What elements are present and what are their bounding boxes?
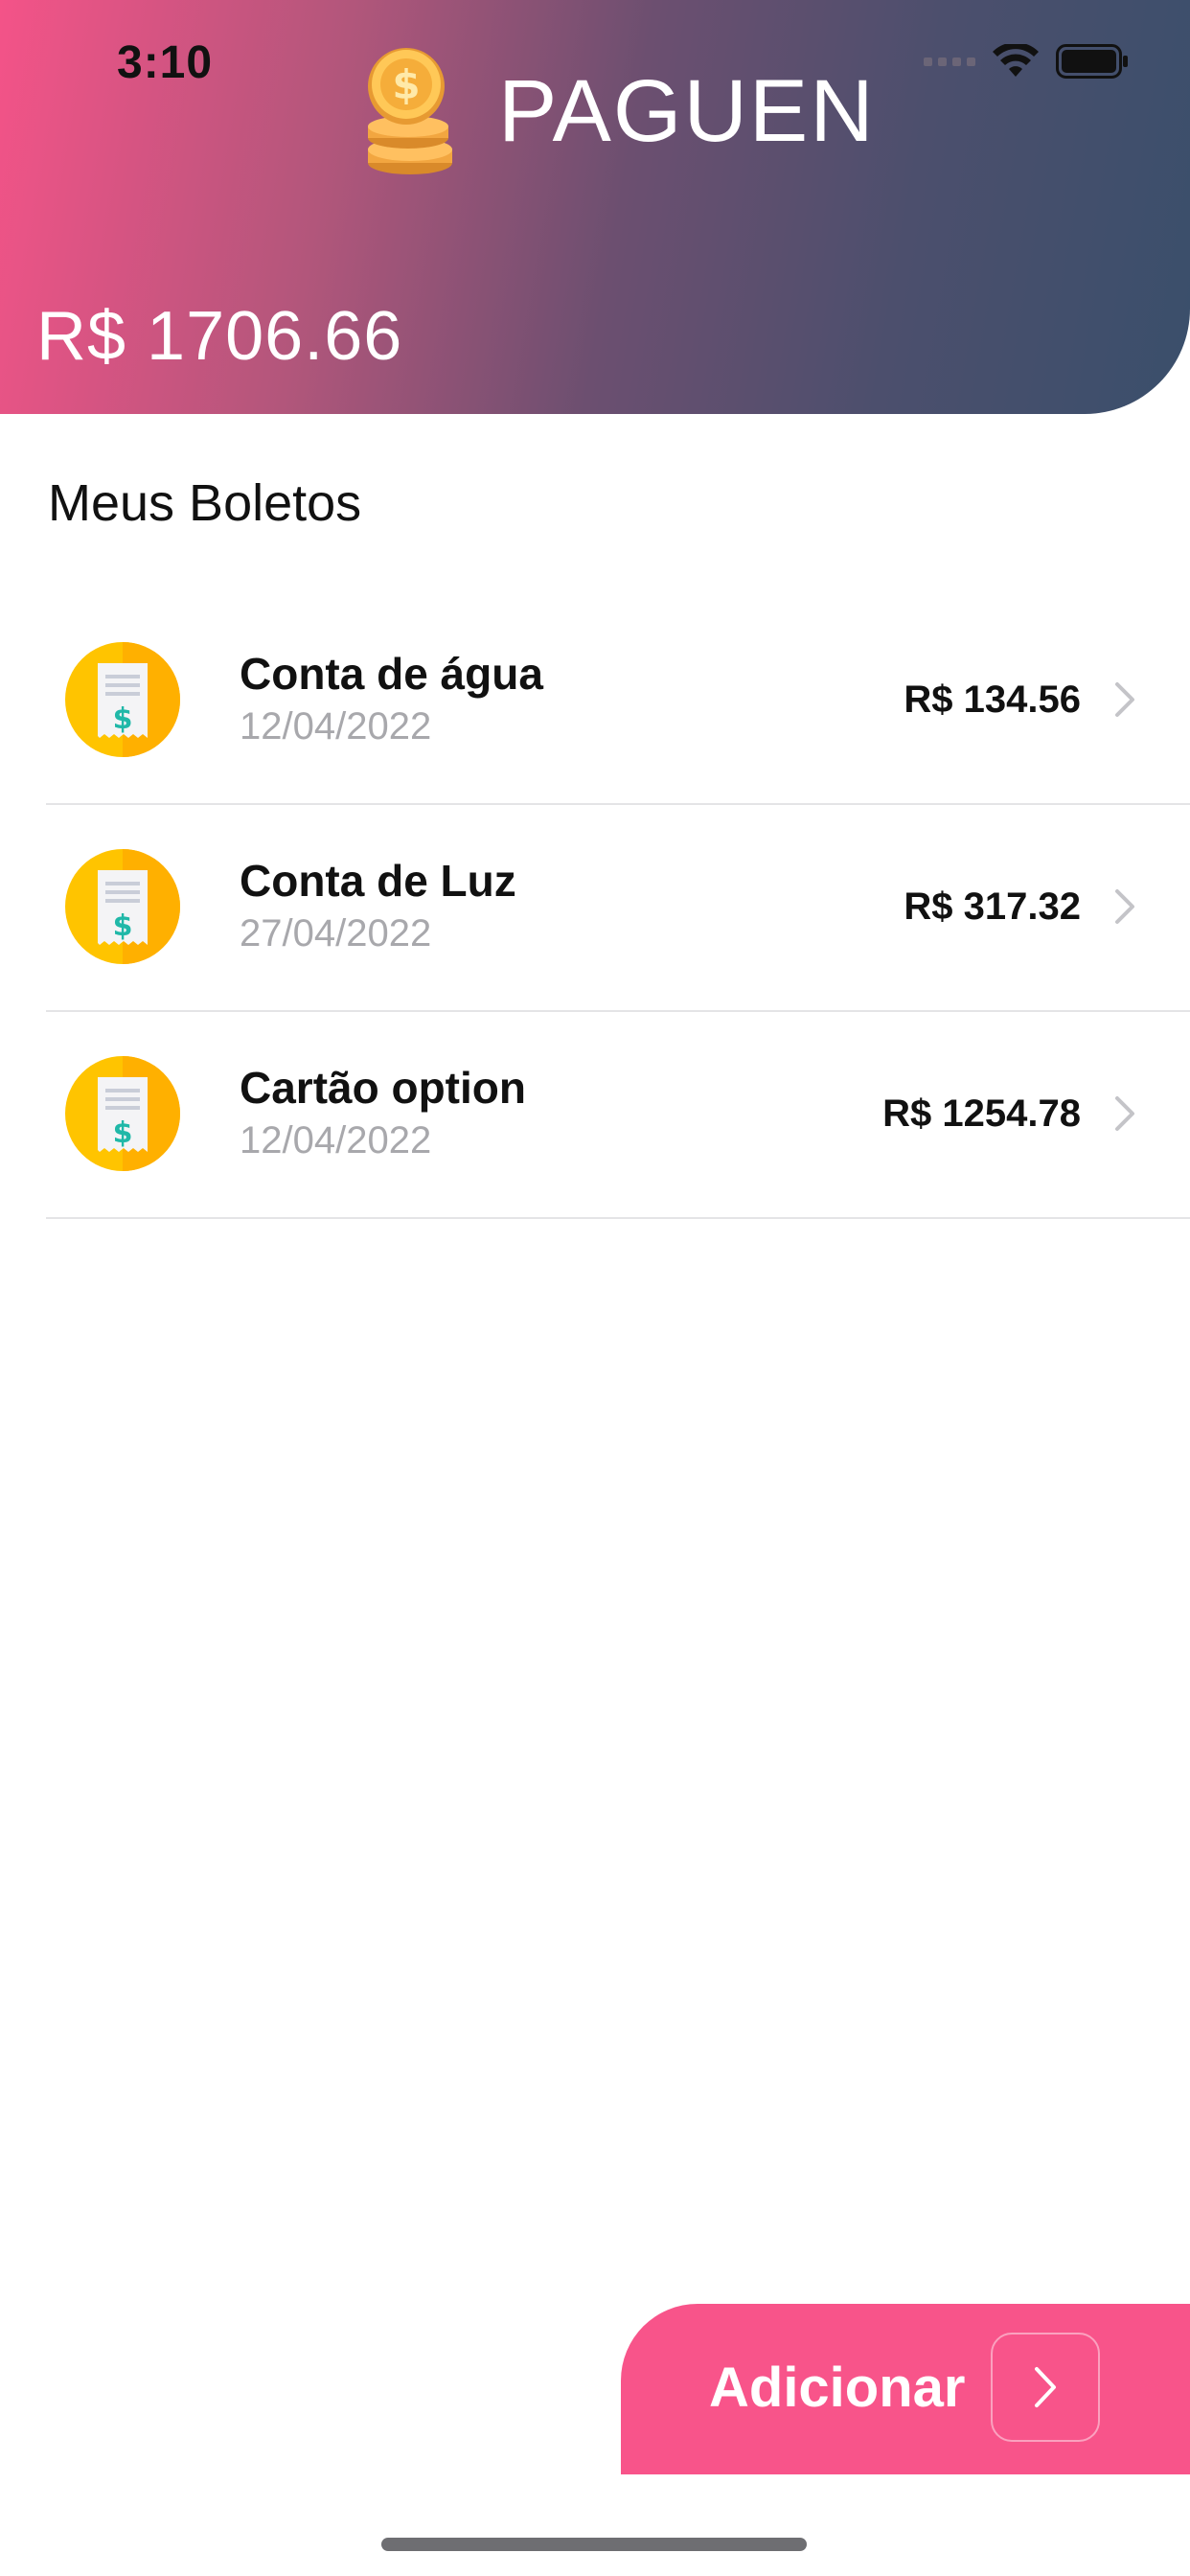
status-time: 3:10 <box>117 37 214 88</box>
bill-amount: R$ 134.56 <box>904 678 1081 721</box>
svg-text:$: $ <box>392 61 420 108</box>
brand: $ PAGUEN <box>364 44 876 178</box>
bills-list: $ Conta de água 12/04/2022 R$ 134.56 $ C… <box>46 598 1190 1219</box>
coins-stack-icon: $ <box>368 48 452 174</box>
add-button[interactable]: Adicionar <box>621 2304 1190 2474</box>
status-icons <box>924 44 1129 79</box>
bill-row[interactable]: $ Conta de água 12/04/2022 R$ 134.56 <box>46 598 1190 805</box>
bill-title: Conta de água <box>240 649 543 699</box>
bill-row[interactable]: $ Cartão option 12/04/2022 R$ 1254.78 <box>46 1012 1190 1219</box>
receipt-dollar-icon: $ <box>65 642 180 757</box>
home-indicator[interactable] <box>381 2538 807 2551</box>
total-balance: R$ 1706.66 <box>36 298 403 375</box>
bill-title: Cartão option <box>240 1063 526 1113</box>
bill-date: 12/04/2022 <box>240 705 432 748</box>
svg-text:$: $ <box>113 1116 133 1150</box>
chevron-right-icon <box>1035 2367 1056 2407</box>
chevron-right-icon <box>1115 889 1134 924</box>
bill-date: 27/04/2022 <box>240 912 432 954</box>
svg-text:$: $ <box>113 909 133 943</box>
chevron-right-icon <box>1115 682 1134 717</box>
add-button-label: Adicionar <box>709 2357 966 2419</box>
screen: 3:10 $ PAGUEN R$ 1706.66 Meus Boletos $ … <box>0 0 1190 2576</box>
chevron-right-icon <box>1115 1096 1134 1131</box>
section-title: Meus Boletos <box>48 474 362 532</box>
battery-icon <box>1056 44 1128 79</box>
svg-text:$: $ <box>113 702 133 736</box>
wifi-icon <box>993 44 1039 77</box>
app-name: PAGUEN <box>498 61 876 160</box>
bill-row[interactable]: $ Conta de Luz 27/04/2022 R$ 317.32 <box>46 805 1190 1012</box>
cellular-signal-icon <box>924 57 975 66</box>
bill-amount: R$ 1254.78 <box>882 1092 1081 1135</box>
bill-amount: R$ 317.32 <box>904 886 1081 928</box>
bill-date: 12/04/2022 <box>240 1119 432 1162</box>
receipt-dollar-icon: $ <box>65 1056 180 1171</box>
header: 3:10 $ PAGUEN R$ 1706.66 <box>0 0 1190 414</box>
bill-title: Conta de Luz <box>240 856 516 906</box>
add-arrow-box[interactable] <box>991 2333 1100 2442</box>
receipt-dollar-icon: $ <box>65 849 180 964</box>
